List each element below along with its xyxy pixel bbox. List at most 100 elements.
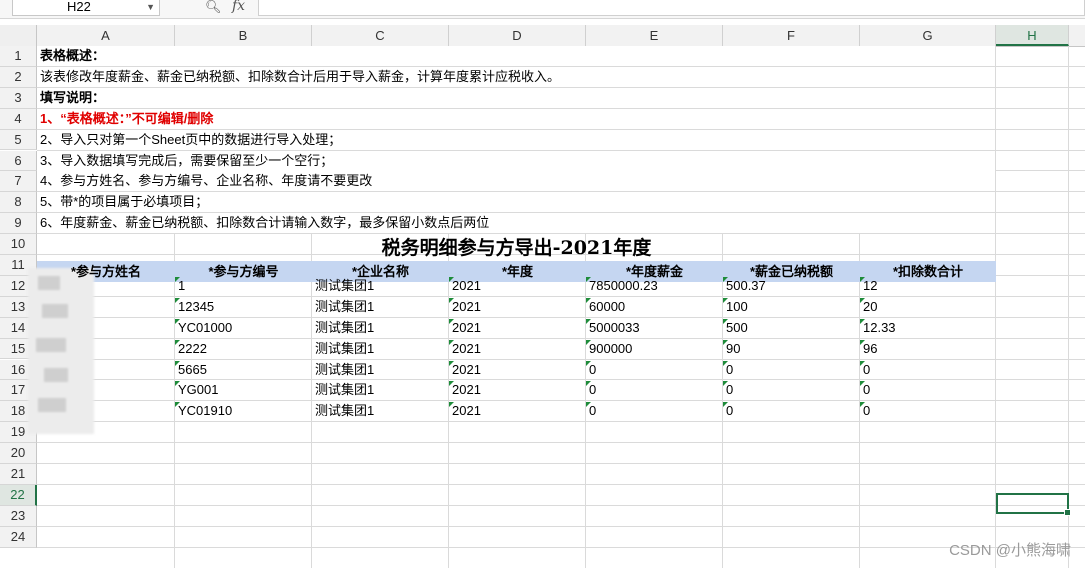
table-cell[interactable]: 测试集团1 — [312, 276, 374, 296]
number-as-text-indicator — [586, 318, 591, 324]
table-cell[interactable]: 测试集团1 — [312, 360, 374, 380]
name-box[interactable]: H22 ▼ — [12, 0, 160, 16]
guide-item-2[interactable]: 2、导入只对第一个Sheet页中的数据进行导入处理； — [37, 129, 995, 150]
grid-line — [37, 442, 1085, 444]
row-header-9[interactable]: 9 — [0, 213, 37, 235]
number-as-text-indicator — [449, 402, 454, 408]
number-as-text-indicator — [860, 276, 865, 282]
table-cell[interactable]: 测试集团1 — [312, 318, 374, 338]
guide-label[interactable]: 填写说明： — [37, 87, 995, 108]
guide-item-6[interactable]: 6、年度薪金、薪金已纳税额、扣除数合计请输入数字，最多保留小数点后两位 — [37, 213, 995, 234]
number-as-text-indicator — [175, 360, 180, 366]
active-cell-selection[interactable] — [996, 493, 1071, 516]
select-all-corner[interactable] — [0, 25, 37, 46]
table-cell[interactable]: YC01000 — [175, 318, 232, 338]
row-header-1[interactable]: 1 — [0, 46, 37, 67]
grid-line — [37, 504, 1085, 506]
table-header-cell[interactable]: *参与方姓名 — [37, 261, 175, 282]
table-cell[interactable]: 900000 — [586, 339, 632, 359]
table-title: 税务明细参与方导出-2021年度 — [381, 237, 652, 259]
fx-icon[interactable]: fx — [232, 0, 245, 14]
table-cell[interactable]: 测试集团1 — [312, 339, 374, 359]
row-header-10[interactable]: 10 — [0, 234, 37, 255]
row-header-23[interactable]: 23 — [0, 505, 37, 527]
number-as-text-indicator — [175, 318, 180, 324]
number-as-text-indicator — [449, 339, 454, 345]
grid-line — [37, 525, 1085, 527]
formula-input[interactable] — [258, 0, 1085, 16]
row-header-21[interactable]: 21 — [0, 464, 37, 485]
row-header-2[interactable]: 2 — [0, 66, 37, 88]
overview-text[interactable]: 该表修改年度薪金、薪金已纳税额、扣除数合计后用于导入薪金，计算年度累计应税收入。 — [37, 66, 995, 87]
number-as-text-indicator — [860, 339, 865, 345]
guide-item-5[interactable]: 5、带*的项目属于必填项目； — [37, 192, 995, 213]
column-header-f[interactable]: F — [723, 25, 860, 46]
row-header-4[interactable]: 4 — [0, 108, 37, 130]
grid-line — [37, 546, 1085, 548]
number-as-text-indicator — [723, 360, 728, 366]
table-cell[interactable]: 12345 — [175, 297, 214, 317]
number-as-text-indicator — [449, 318, 454, 324]
column-header-d[interactable]: D — [449, 25, 586, 46]
search-icon[interactable]: 🔍︎ — [205, 0, 222, 15]
watermark: CSDN @小熊海啸 — [949, 542, 1071, 559]
number-as-text-indicator — [586, 339, 591, 345]
number-as-text-indicator — [449, 297, 454, 303]
number-as-text-indicator — [860, 360, 865, 366]
grid-line — [37, 233, 1085, 235]
chevron-down-icon[interactable]: ▼ — [146, 0, 155, 15]
number-as-text-indicator — [860, 402, 865, 408]
row-header-22[interactable]: 22 — [0, 484, 37, 506]
number-as-text-indicator — [723, 402, 728, 408]
table-header-cell[interactable]: *扣除数合计 — [860, 261, 996, 282]
number-as-text-indicator — [175, 402, 180, 408]
number-as-text-indicator — [586, 381, 591, 387]
row-header-6[interactable]: 6 — [0, 150, 37, 172]
column-header-g[interactable]: G — [860, 25, 996, 46]
row-header-7[interactable]: 7 — [0, 171, 37, 193]
number-as-text-indicator — [860, 381, 865, 387]
number-as-text-indicator — [723, 381, 728, 387]
guide-item-4[interactable]: 4、参与方姓名、参与方编号、企业名称、年度请不要更改 — [37, 171, 995, 192]
table-cell[interactable]: YG001 — [175, 380, 218, 400]
number-as-text-indicator — [723, 339, 728, 345]
column-header-e[interactable]: E — [586, 25, 723, 46]
table-cell[interactable]: 测试集团1 — [312, 380, 374, 400]
fill-handle[interactable] — [1064, 509, 1071, 516]
row-header-20[interactable]: 20 — [0, 443, 37, 464]
table-header-cell[interactable]: *参与方编号 — [175, 261, 312, 282]
grid-line — [995, 46, 996, 568]
number-as-text-indicator — [723, 318, 728, 324]
table-cell[interactable]: YC01910 — [175, 401, 232, 421]
column-header-c[interactable]: C — [312, 25, 449, 46]
number-as-text-indicator — [449, 381, 454, 387]
grid-line — [37, 421, 1085, 423]
row-header-8[interactable]: 8 — [0, 192, 37, 214]
number-as-text-indicator — [175, 276, 180, 282]
overview-label[interactable]: 表格概述： — [37, 46, 995, 66]
column-header-a[interactable]: A — [37, 25, 175, 46]
number-as-text-indicator — [586, 360, 591, 366]
number-as-text-indicator — [449, 360, 454, 366]
number-as-text-indicator — [723, 276, 728, 282]
number-as-text-indicator — [586, 276, 591, 282]
table-cell[interactable]: 测试集团1 — [312, 297, 374, 317]
table-cell[interactable]: 5000033 — [586, 318, 640, 338]
number-as-text-indicator — [449, 276, 454, 282]
column-header-h[interactable]: H — [996, 25, 1069, 46]
column-header-bar: ABCDEFGH — [0, 25, 1085, 47]
guide-item-1[interactable]: 1、“表格概述：”不可编辑/删除 — [37, 108, 995, 129]
number-as-text-indicator — [175, 297, 180, 303]
row-header-3[interactable]: 3 — [0, 87, 37, 109]
table-cell[interactable]: 12.33 — [860, 318, 896, 338]
row-header-24[interactable]: 24 — [0, 526, 37, 548]
table-cell[interactable]: 测试集团1 — [312, 401, 374, 421]
row-header-5[interactable]: 5 — [0, 129, 37, 151]
column-header-b[interactable]: B — [175, 25, 312, 46]
guide-item-3[interactable]: 3、导入数据填写完成后，需要保留至少一个空行； — [37, 150, 995, 171]
table-cell[interactable]: 60000 — [586, 297, 625, 317]
table-cell[interactable]: 7850000.23 — [586, 276, 658, 296]
grid-line — [37, 463, 1085, 464]
table-cell[interactable]: 500.37 — [723, 276, 766, 296]
number-as-text-indicator — [860, 297, 865, 303]
